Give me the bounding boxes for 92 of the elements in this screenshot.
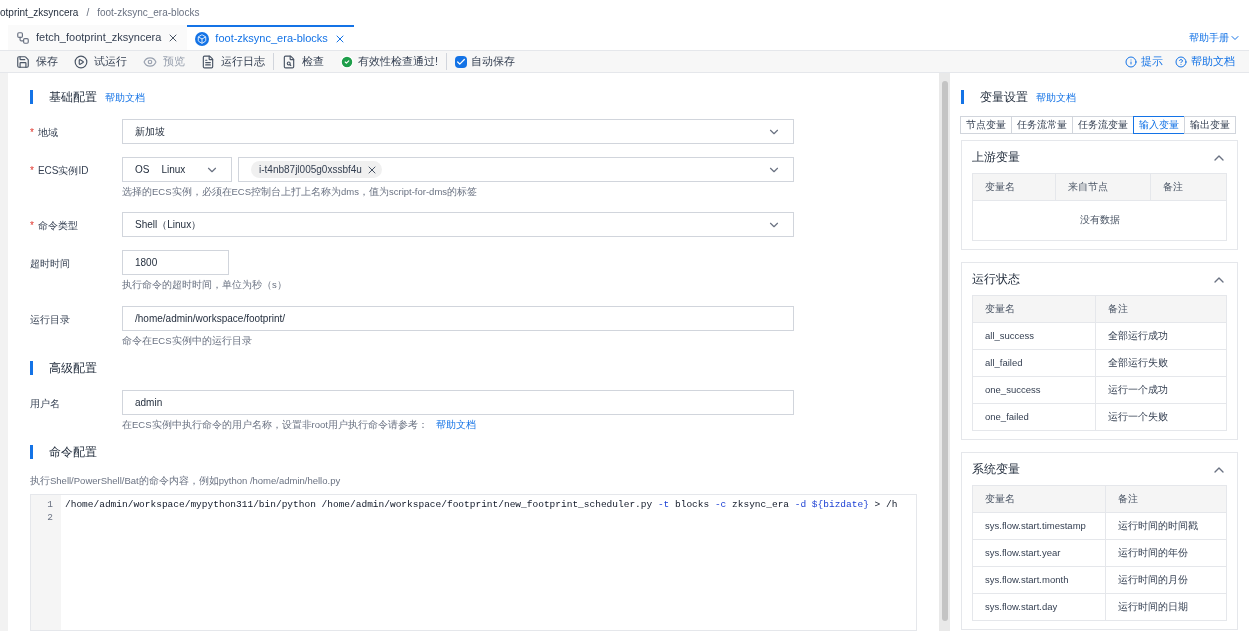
help-icon [1175, 55, 1187, 68]
toolbar-button[interactable]: 试运行 [66, 53, 135, 70]
command-description: 执行Shell/PowerShell/Bat的命令内容，例如python /home/admin/hello.py [30, 474, 342, 488]
field-hint: 选择的ECS实例，必须在ECS控制台上打上名称为dms，值为script-for-dms的标签 [122, 185, 479, 199]
text-input[interactable]: /home/admin/workspace/footprint/ [122, 305, 794, 331]
validation-status: 有效性检查通过! [332, 53, 447, 70]
panel-title: 上游变量 [972, 150, 1020, 166]
save-icon [16, 54, 30, 69]
text-input[interactable]: 1800 [122, 250, 229, 276]
breadcrumb-item[interactable]: foot-zksync_era-blocks [97, 5, 200, 20]
instance-tag: i-t4nb87jl005g0xssbf4u [251, 161, 382, 178]
scrollbar[interactable] [941, 81, 948, 621]
select-field[interactable]: Shell（Linux） [122, 212, 794, 238]
column-header: 变量名 [973, 486, 1106, 512]
field-label: 运行目录 [30, 312, 70, 327]
help-doc-link[interactable]: 帮助文档 [435, 418, 476, 430]
text-input[interactable]: admin [122, 389, 794, 415]
field-label: 用户名 [30, 396, 60, 411]
field-hint: 在ECS实例中执行命令的用户名称，设置非root用户执行命令请参考： 帮助文档 [122, 417, 477, 432]
table-cell-text: 运行时间的时间戳 [1117, 518, 1199, 533]
table-cell: all_failed [973, 350, 1096, 376]
code-editor[interactable]: 1 2 /home/admin/workspace/mypython311/bin/python /home/admin/workspace/footprint/new_footprint_scheduler.py -t blocks -c zksync_era -d ${bizdate} > /h [30, 494, 917, 631]
required-mark: * [30, 126, 34, 140]
workflow-icon [16, 30, 30, 45]
panel-title: 运行状态 [972, 272, 1020, 288]
table-cell: all_success [973, 323, 1096, 349]
table-cell: sys.flow.start.year [973, 540, 1106, 566]
toolbar-button[interactable]: 运行日志 [193, 53, 273, 70]
variable-tab[interactable]: 输入变量 [1133, 116, 1185, 134]
check-circle-icon [340, 54, 354, 69]
auto-save-checkbox[interactable]: 自动保存 [446, 53, 524, 70]
column-header: 来自节点 [1056, 174, 1151, 200]
toolbar-button[interactable]: 保存 [8, 53, 66, 70]
select-field[interactable]: 新加坡 [122, 119, 794, 144]
column-header: 变量名 [973, 296, 1096, 322]
field-hint: 执行命令的超时时间，单位为秒（s） [122, 278, 288, 293]
play-icon [74, 54, 88, 69]
code-line: /home/admin/workspace/mypython311/bin/python /home/admin/workspace/footprint/new_footprint_scheduler.py -t blocks -c zksync_era -d ${bizdate} > /h [65, 498, 898, 512]
table-cell-text: 运行一个成功 [1107, 382, 1169, 397]
help-manual-link[interactable]: 帮助手册 [1189, 30, 1241, 45]
variable-tab[interactable]: 输出变量 [1184, 116, 1236, 134]
checkmark-icon [456, 56, 467, 67]
column-header: 变量名 [973, 174, 1056, 200]
help-doc-link[interactable]: 帮助文档 [1036, 89, 1076, 105]
field-label: ECS实例ID [37, 164, 89, 178]
os-label: OS [135, 163, 150, 177]
instance-select[interactable]: i-t4nb87jl005g0xssbf4u [238, 157, 794, 182]
line-number: 1 [47, 498, 54, 512]
table-cell: sys.flow.start.day [973, 594, 1106, 620]
hint-link[interactable]: 提示 [1119, 53, 1169, 70]
os-value: Linux [161, 163, 187, 177]
document-icon [201, 54, 215, 69]
required-mark: * [30, 219, 34, 234]
line-number: 2 [47, 511, 54, 525]
column-header: 备注 [1162, 179, 1184, 194]
breadcrumb-separator: / [86, 6, 90, 20]
document-search-icon [282, 54, 296, 69]
field-label: 命令类型 [37, 219, 78, 234]
section-title: 命令配置 [49, 444, 97, 461]
help-link[interactable]: 帮助文档 [1169, 53, 1241, 70]
table-cell-text: 运行一个失败 [1107, 409, 1169, 424]
empty-message: 没有数据 [973, 200, 1226, 240]
column-header: 备注 [1117, 491, 1139, 506]
table-cell: sys.flow.start.timestamp [973, 513, 1106, 539]
table-cell: one_success [973, 377, 1096, 403]
table-cell: one_failed [973, 404, 1096, 430]
toolbar-button[interactable]: 检查 [273, 53, 332, 70]
section-title: 变量设置 [980, 89, 1028, 106]
table-cell-text: 全部运行失败 [1107, 355, 1169, 370]
table-cell: sys.flow.start.month [973, 567, 1106, 593]
table-cell-text: 全部运行成功 [1107, 328, 1169, 343]
node-icon [195, 31, 210, 46]
table-cell-text: 运行时间的月份 [1117, 572, 1189, 587]
variable-tab[interactable]: 任务流变量 [1072, 116, 1134, 134]
section-title: 基础配置 [49, 89, 97, 106]
breadcrumb-item[interactable]: otprint_zksyncera [0, 5, 79, 20]
variable-tab[interactable]: 任务流常量 [1011, 116, 1073, 134]
panel-title: 系统变量 [972, 462, 1020, 478]
eye-icon [143, 54, 157, 69]
table-cell-text: 运行时间的日期 [1117, 599, 1189, 614]
os-select[interactable]: OS Linux [122, 157, 232, 182]
help-doc-link[interactable]: 帮助文档 [105, 89, 145, 105]
info-icon [1125, 55, 1137, 68]
table-cell-text: 运行时间的年份 [1117, 545, 1189, 560]
section-title: 高级配置 [49, 359, 97, 377]
field-hint: 命令在ECS实例中的运行目录 [122, 333, 253, 348]
field-label: 超时时间 [30, 257, 70, 272]
editor-tab[interactable]: fetch_footprint_zksyncera [8, 25, 188, 50]
variable-tab[interactable]: 节点变量 [960, 116, 1012, 134]
required-mark: * [30, 164, 34, 178]
column-header: 备注 [1107, 301, 1129, 316]
field-label: 地域 [37, 126, 58, 140]
